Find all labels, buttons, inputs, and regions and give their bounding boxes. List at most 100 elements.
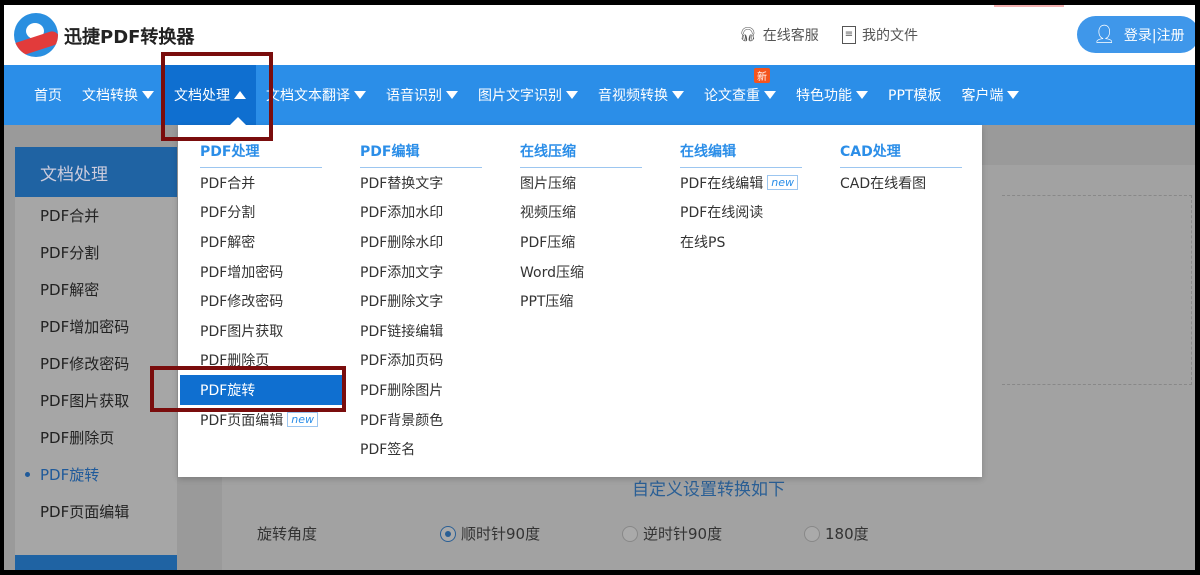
decor-bar xyxy=(994,5,1064,7)
nav-item-0[interactable]: 首页 xyxy=(24,65,72,125)
login-button[interactable]: 👤︎ 登录|注册 xyxy=(1077,16,1195,53)
nav-label: 音视频转换 xyxy=(598,88,668,104)
radio-counterclockwise-90[interactable]: 逆时针90度 xyxy=(622,523,722,544)
item-label: PDF替换文字 xyxy=(360,175,444,192)
dropdown-item[interactable]: PDF分割 xyxy=(200,198,322,228)
dropdown-item[interactable]: PDF添加文字 xyxy=(360,257,482,287)
dropdown-item[interactable]: PDF删除图片 xyxy=(360,375,482,405)
dropdown-item[interactable]: PDF压缩 xyxy=(520,227,642,257)
dropdown-item[interactable]: PDF修改密码 xyxy=(200,286,322,316)
headset-icon: 🎧︎ xyxy=(739,27,757,43)
nav-label: 语音识别 xyxy=(386,88,442,104)
item-label: PDF页面编辑 xyxy=(200,412,284,429)
dropdown-column: CAD处理 CAD在线看图 xyxy=(840,141,962,198)
item-label: PDF分割 xyxy=(200,205,256,222)
my-files-link[interactable]: ≡ 我的文件 xyxy=(842,25,918,45)
highlight-box-nav xyxy=(161,52,273,141)
nav-item-4[interactable]: 语音识别 xyxy=(376,65,468,125)
document-icon: ≡ xyxy=(842,26,856,44)
column-title: CAD处理 xyxy=(840,141,962,168)
nav-item-10[interactable]: 客户端 xyxy=(951,65,1029,125)
new-tag: new xyxy=(287,412,319,428)
highlight-box-pdf-rotate xyxy=(150,366,346,412)
dropdown-item[interactable]: PDF增加密码 xyxy=(200,257,322,287)
radio-label: 逆时针90度 xyxy=(643,525,723,543)
nav-label: 客户端 xyxy=(961,88,1004,104)
login-label: 登录|注册 xyxy=(1123,27,1185,44)
nav-item-9[interactable]: PPT模板 xyxy=(878,65,951,125)
dropdown-item[interactable]: CAD在线看图 xyxy=(840,168,962,198)
radio-icon xyxy=(804,525,820,542)
dropdown-item[interactable]: 视频压缩 xyxy=(520,198,642,228)
dropdown-item[interactable]: PDF链接编辑 xyxy=(360,316,482,346)
sidebar-item[interactable]: PDF旋转 xyxy=(15,456,177,493)
radio-180[interactable]: 180度 xyxy=(804,523,869,544)
nav-item-6[interactable]: 音视频转换 xyxy=(588,65,694,125)
dropdown-item[interactable]: PDF在线阅读 xyxy=(680,198,802,228)
dropdown-item[interactable]: PDF添加水印 xyxy=(360,198,482,228)
item-label: 视频压缩 xyxy=(520,205,576,222)
dropdown-item[interactable]: PPT压缩 xyxy=(520,286,642,316)
item-label: PDF背景颜色 xyxy=(360,412,444,429)
dropdown-item[interactable]: 图片压缩 xyxy=(520,168,642,198)
sidebar-next-section[interactable] xyxy=(15,555,177,570)
dropdown-item[interactable]: PDF在线编辑 new xyxy=(680,168,802,198)
item-label: PDF在线编辑 xyxy=(680,175,764,192)
item-label: PDF添加页码 xyxy=(360,353,444,370)
nav-label: 论文查重 xyxy=(704,88,760,104)
rotate-angle-label: 旋转角度 xyxy=(257,525,318,543)
dropdown-item[interactable]: 在线PS xyxy=(680,227,802,257)
sidebar-item[interactable]: PDF页面编辑 xyxy=(15,493,177,530)
nav-item-5[interactable]: 图片文字识别 xyxy=(468,65,588,125)
sidebar-item[interactable]: PDF分割 xyxy=(15,234,177,271)
sidebar-item[interactable]: PDF增加密码 xyxy=(15,308,177,345)
nav-label: 特色功能 xyxy=(796,88,852,104)
customer-service-link[interactable]: 🎧︎ 在线客服 xyxy=(739,25,819,45)
sidebar-item[interactable]: PDF合并 xyxy=(15,197,177,234)
dropdown-item[interactable]: PDF删除文字 xyxy=(360,286,482,316)
caret-down-icon xyxy=(142,91,154,99)
column-title: PDF处理 xyxy=(200,141,322,168)
radio-icon xyxy=(622,525,638,542)
item-label: PDF在线阅读 xyxy=(680,205,764,222)
dropdown-item[interactable]: PDF解密 xyxy=(200,227,322,257)
item-label: PDF删除水印 xyxy=(360,234,444,251)
doc-processing-dropdown: PDF处理 PDF合并 PDF分割 PDF解密 PDF增加密码 PDF修改密码 PDF图片获… xyxy=(178,117,982,477)
caret-down-icon xyxy=(566,91,578,99)
logo-icon[interactable] xyxy=(14,13,58,57)
dropdown-item[interactable]: PDF背景颜色 xyxy=(360,405,482,435)
nav-item-8[interactable]: 特色功能 xyxy=(786,65,878,125)
item-label: PDF增加密码 xyxy=(200,264,284,281)
column-title: 在线编辑 xyxy=(680,141,802,168)
sidebar-title: 文档处理 xyxy=(15,147,177,197)
nav-item-7[interactable]: 论文查重 新 xyxy=(694,65,786,125)
caret-down-icon xyxy=(1007,91,1020,99)
dropdown-item[interactable]: PDF签名 xyxy=(360,434,482,464)
dropdown-column: PDF编辑 PDF替换文字 PDF添加水印 PDF删除水印 PDF添加文字 PDF删除文字… xyxy=(360,141,482,464)
files-label: 我的文件 xyxy=(862,28,918,44)
item-label: PDF合并 xyxy=(200,175,256,192)
dropdown-item[interactable]: Word压缩 xyxy=(520,257,642,287)
sidebar-item[interactable]: PDF解密 xyxy=(15,271,177,308)
nav-item-3[interactable]: 文档文本翻译 xyxy=(256,65,376,125)
dropdown-item[interactable]: PDF图片获取 xyxy=(200,316,322,346)
nav-label: PPT模板 xyxy=(888,88,942,104)
dropdown-item[interactable]: PDF合并 xyxy=(200,168,322,198)
dropdown-item[interactable]: PDF删除水印 xyxy=(360,227,482,257)
dropdown-item[interactable]: PDF替换文字 xyxy=(360,168,482,198)
item-label: PDF解密 xyxy=(200,234,256,251)
dropdown-item[interactable]: PDF添加页码 xyxy=(360,346,482,376)
new-badge: 新 xyxy=(754,68,770,83)
item-label: PDF图片获取 xyxy=(200,323,284,340)
nav-item-1[interactable]: 文档转换 xyxy=(72,65,164,125)
nav-label: 文档文本翻译 xyxy=(266,88,350,104)
radio-icon xyxy=(440,525,456,542)
radio-clockwise-90[interactable]: 顺时针90度 xyxy=(440,523,540,544)
nav-label: 文档转换 xyxy=(82,88,138,104)
brand-name[interactable]: 迅捷PDF转换器 xyxy=(64,23,194,49)
sidebar: 文档处理 PDF合并 PDF分割 PDF解密 PDF增加密码 PDF修改密码 PDF图片获… xyxy=(15,147,177,570)
caret-down-icon xyxy=(354,91,366,99)
sidebar-item[interactable]: PDF删除页 xyxy=(15,419,177,456)
upload-area[interactable] xyxy=(1002,195,1192,385)
service-label: 在线客服 xyxy=(762,28,819,44)
